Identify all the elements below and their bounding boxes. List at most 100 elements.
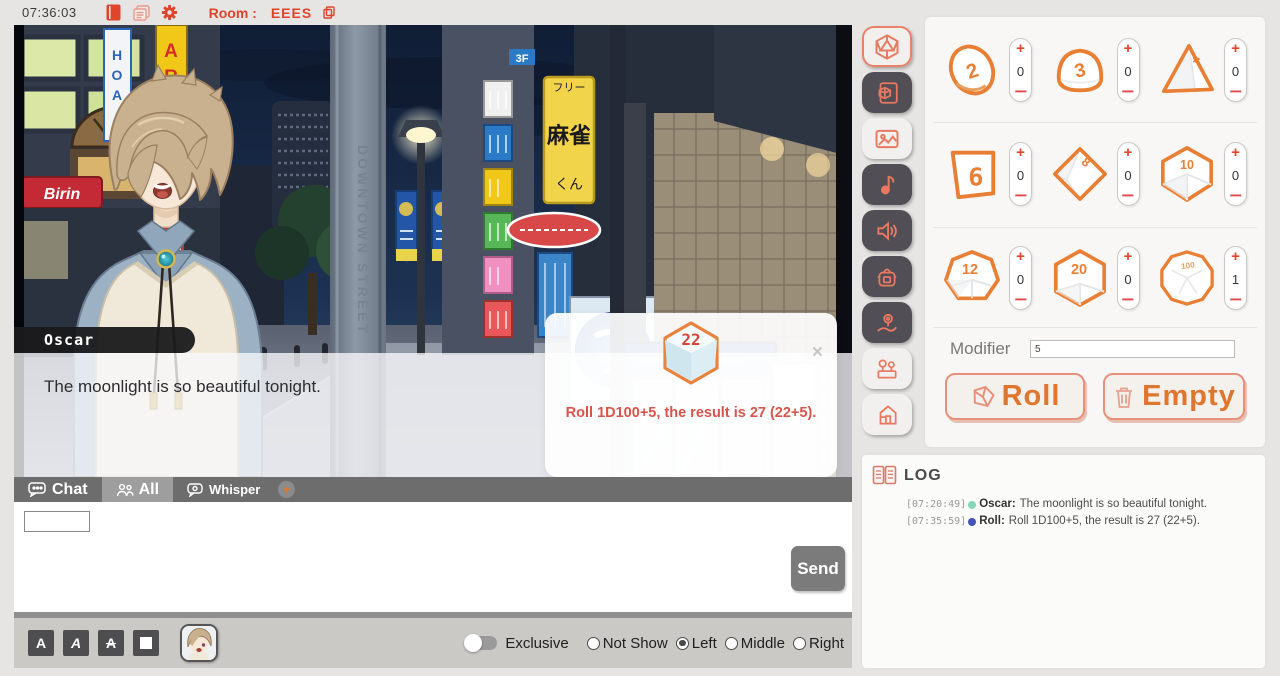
d8-decrease-button[interactable]: −	[1122, 192, 1135, 200]
image-icon	[873, 125, 901, 153]
d8-die-button[interactable]: 8	[1051, 145, 1109, 203]
d100-increase-button[interactable]: +	[1231, 252, 1240, 262]
result-die-value: 22	[681, 330, 700, 349]
log-pages-icon[interactable]	[133, 4, 151, 22]
d10-die-button[interactable]: 10	[1158, 145, 1216, 203]
d12-die-button[interactable]: 12	[943, 249, 1001, 307]
d6-stepper: + 0 −	[1009, 142, 1032, 206]
empty-button[interactable]: Empty	[1103, 373, 1245, 420]
dice-row-2: 6 + 0 − 8 + 0 − 10	[925, 125, 1265, 223]
d2-die-button[interactable]: 2	[943, 41, 1001, 99]
tab-whisper-label: Whisper	[209, 482, 260, 497]
filled-square-icon	[140, 637, 152, 649]
sign-downtown-street: DOWNTOWN STREET	[355, 145, 371, 336]
d20-increase-button[interactable]: +	[1124, 252, 1133, 262]
radio-dot	[676, 637, 689, 650]
speaker-color-dot	[968, 518, 976, 526]
d6-face: 6	[968, 163, 983, 192]
tab-all-label: All	[139, 481, 159, 499]
d6-die-button[interactable]: 6	[943, 145, 1001, 203]
sign-kun: くん	[555, 176, 583, 192]
d6-increase-button[interactable]: +	[1016, 148, 1025, 158]
sign-hoa: HOA	[109, 47, 125, 107]
sidebar-room-button[interactable]	[862, 394, 912, 435]
radio-left[interactable]: Left	[676, 635, 717, 652]
radio-middle[interactable]: Middle	[725, 635, 785, 652]
italic-button[interactable]: A	[63, 630, 89, 656]
nameplate-text: Oscar	[44, 331, 94, 349]
d8-increase-button[interactable]: +	[1124, 148, 1133, 158]
d3-decrease-button[interactable]: −	[1122, 88, 1135, 96]
d10-decrease-button[interactable]: −	[1229, 192, 1242, 200]
radio-dot	[725, 637, 738, 650]
sidebar-characters-button[interactable]	[862, 348, 912, 389]
d3-die-button[interactable]: 3	[1051, 41, 1109, 99]
backpack-icon	[874, 264, 900, 290]
d2-increase-button[interactable]: +	[1016, 44, 1025, 54]
d10-stepper: + 0 −	[1224, 142, 1247, 206]
modifier-row: Modifier	[925, 335, 1265, 365]
separator	[933, 122, 1257, 123]
rulebook-icon[interactable]	[105, 4, 123, 22]
d20-decrease-button[interactable]: −	[1122, 296, 1135, 304]
tab-chat[interactable]: Chat	[14, 477, 102, 502]
d4-decrease-button[interactable]: −	[1229, 88, 1242, 96]
d2-decrease-button[interactable]: −	[1014, 88, 1027, 96]
d20-die-button[interactable]: 20	[1051, 249, 1109, 307]
sidebar-backpack-button[interactable]	[862, 256, 912, 297]
tab-all[interactable]: All	[102, 477, 173, 502]
roll-dice-icon	[970, 384, 996, 410]
radio-not-show[interactable]: Not Show	[587, 635, 668, 652]
roll-button[interactable]: Roll	[945, 373, 1085, 420]
d100-die-button[interactable]: 100	[1158, 249, 1216, 307]
top-bar: 07:36:03 Room : EEES	[0, 0, 862, 25]
d3-increase-button[interactable]: +	[1124, 44, 1133, 54]
close-icon[interactable]: ×	[812, 343, 823, 362]
sidebar-image-button[interactable]	[862, 118, 912, 159]
modifier-input[interactable]	[1030, 340, 1235, 358]
d4-die-button[interactable]: 4	[1158, 41, 1216, 99]
dice-cell-d6: 6 + 0 −	[943, 142, 1032, 206]
d10-increase-button[interactable]: +	[1231, 148, 1240, 158]
result-die-icon: 22	[661, 321, 721, 387]
d12-count: 0	[1017, 272, 1024, 287]
exclusive-toggle[interactable]	[466, 636, 497, 650]
d8-count: 0	[1124, 168, 1131, 183]
d12-stepper: + 0 −	[1009, 246, 1032, 310]
dice-cell-d12: 12 + 0 −	[943, 246, 1032, 310]
radio-dot	[793, 637, 806, 650]
sidebar-dice-button[interactable]	[862, 26, 912, 67]
chat-name-input[interactable]	[24, 511, 90, 532]
d3-stepper: + 0 −	[1117, 38, 1140, 102]
music-note-icon	[874, 172, 900, 198]
d12-increase-button[interactable]: +	[1016, 252, 1025, 262]
send-button[interactable]: Send	[791, 546, 845, 591]
chat-bubble-icon	[28, 482, 47, 497]
sidebar-sound-button[interactable]	[862, 210, 912, 251]
bold-button[interactable]: A	[28, 630, 54, 656]
d100-decrease-button[interactable]: −	[1229, 296, 1242, 304]
tab-whisper[interactable]: Whisper	[173, 477, 274, 502]
settings-gear-icon[interactable]	[161, 4, 179, 22]
d6-decrease-button[interactable]: −	[1014, 192, 1027, 200]
radio-right[interactable]: Right	[793, 635, 844, 652]
d4-count: 0	[1232, 64, 1239, 79]
strike-button[interactable]: A	[98, 630, 124, 656]
separator	[933, 227, 1257, 228]
add-tab-button[interactable]: +	[278, 481, 295, 498]
speaker-avatar[interactable]	[180, 624, 218, 662]
d4-increase-button[interactable]: +	[1231, 44, 1240, 54]
log-title: LOG	[904, 467, 942, 485]
dice-row-1: 2 + 0 − 3 + 0 − 4	[925, 21, 1265, 119]
sidebar-music-button[interactable]	[862, 164, 912, 205]
log-book-icon	[872, 465, 897, 486]
d12-decrease-button[interactable]: −	[1014, 296, 1027, 304]
copy-room-icon[interactable]	[322, 6, 335, 20]
scene-viewport[interactable]: Birin HOA ART	[14, 25, 852, 477]
sidebar-dicelog-button[interactable]	[862, 72, 912, 113]
dice-cell-d20: 20 + 0 −	[1051, 246, 1140, 310]
speaker-icon	[874, 218, 900, 244]
color-square-button[interactable]	[133, 630, 159, 656]
sidebar-map-button[interactable]	[862, 302, 912, 343]
display-options: Exclusive Not Show Left Middle Right	[466, 635, 846, 652]
